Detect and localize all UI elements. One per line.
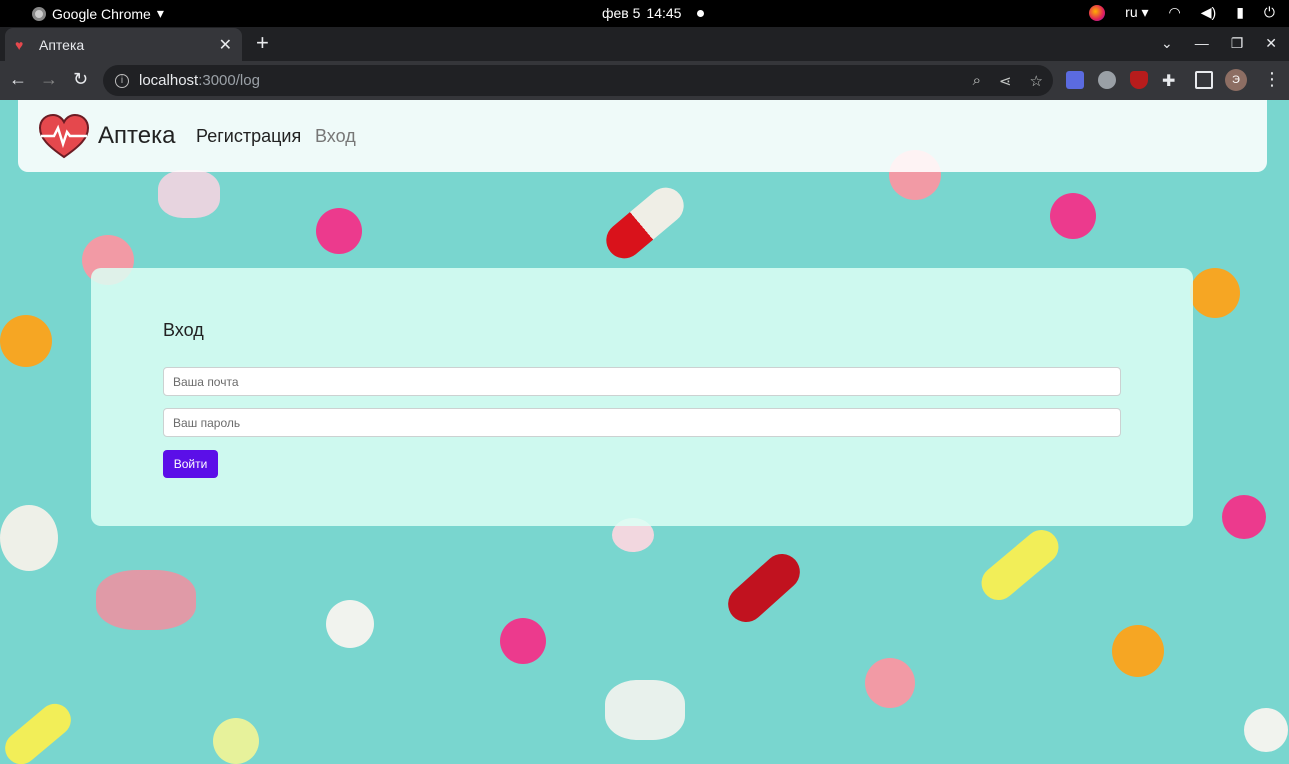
os-top-bar: Google Chrome ▾ фев 5 14:45 ru ▾ ◠ ◀) ▮ … [0, 0, 1289, 27]
translate-extension-icon[interactable] [1066, 71, 1084, 89]
browser-toolbar: ← → ↻ i localhost:3000/log ⌕ ⋖ ☆ ✚ Э ⋮ [0, 61, 1289, 100]
volume-icon[interactable]: ◀) [1201, 4, 1216, 21]
battery-icon[interactable]: ▮ [1236, 4, 1244, 21]
menu-kebab-icon[interactable]: ⋮ [1263, 69, 1281, 90]
browser-tab[interactable]: ♥ Аптека ✕ [5, 28, 242, 61]
chrome-icon [32, 6, 46, 21]
address-bar[interactable]: i localhost:3000/log ⌕ ⋖ ☆ [103, 65, 1053, 96]
minimize-icon[interactable]: — [1195, 35, 1209, 52]
close-window-icon[interactable]: ✕ [1265, 35, 1277, 52]
app-menu[interactable]: Google Chrome ▾ [32, 5, 164, 22]
power-icon[interactable]: ⏻ [1264, 4, 1275, 21]
share-icon[interactable]: ⋖ [999, 72, 1012, 90]
bookmark-star-icon[interactable]: ☆ [1030, 72, 1043, 90]
login-title: Вход [163, 320, 204, 340]
url-path: :3000/log [198, 72, 260, 89]
tab-strip: ♥ Аптека ✕ + ⌄ — ❐ ✕ [0, 27, 1289, 61]
url-host: localhost [139, 72, 199, 89]
extensions-puzzle-icon[interactable]: ✚ [1162, 71, 1180, 90]
firefox-icon[interactable] [1089, 4, 1106, 21]
chevron-down-icon: ▾ [156, 5, 164, 21]
login-card: Вход Войти [91, 268, 1193, 526]
clock[interactable]: фев 5 14:45 [602, 5, 705, 21]
side-panel-icon[interactable] [1195, 71, 1213, 89]
date: фев 5 [602, 5, 641, 21]
globe-extension-icon[interactable] [1098, 71, 1116, 89]
ublock-extension-icon[interactable] [1130, 71, 1148, 89]
tab-search-icon[interactable]: ⌄ [1161, 35, 1173, 52]
back-icon[interactable]: ← [9, 70, 27, 88]
close-tab-icon[interactable]: ✕ [219, 35, 232, 55]
time: 14:45 [646, 5, 682, 21]
app-name: Google Chrome [52, 5, 151, 22]
wifi-icon[interactable]: ◠ [1169, 4, 1181, 21]
zoom-icon[interactable]: ⌕ [973, 72, 981, 90]
restore-icon[interactable]: ❐ [1231, 35, 1244, 52]
site-navbar: Аптека Регистрация Вход [18, 100, 1267, 172]
password-field[interactable] [163, 408, 1121, 437]
notification-dot-icon [697, 9, 705, 17]
nav-link-login[interactable]: Вход [315, 126, 356, 147]
reload-icon[interactable]: ↻ [73, 70, 88, 88]
brand-name[interactable]: Аптека [98, 122, 175, 150]
email-field[interactable] [163, 367, 1121, 396]
site-info-icon[interactable]: i [115, 73, 129, 88]
keyboard-layout[interactable]: ru ▾ [1125, 4, 1148, 21]
login-button[interactable]: Войти [163, 450, 218, 478]
page-viewport: Аптека Регистрация Вход Вход Войти [0, 100, 1289, 764]
profile-avatar[interactable]: Э [1225, 69, 1247, 91]
heart-favicon-icon: ♥ [15, 36, 24, 53]
nav-link-register[interactable]: Регистрация [196, 126, 301, 147]
heart-pulse-logo-icon[interactable] [38, 114, 90, 160]
new-tab-button[interactable]: + [256, 32, 269, 54]
tab-title: Аптека [39, 36, 85, 53]
forward-icon[interactable]: → [40, 70, 58, 88]
